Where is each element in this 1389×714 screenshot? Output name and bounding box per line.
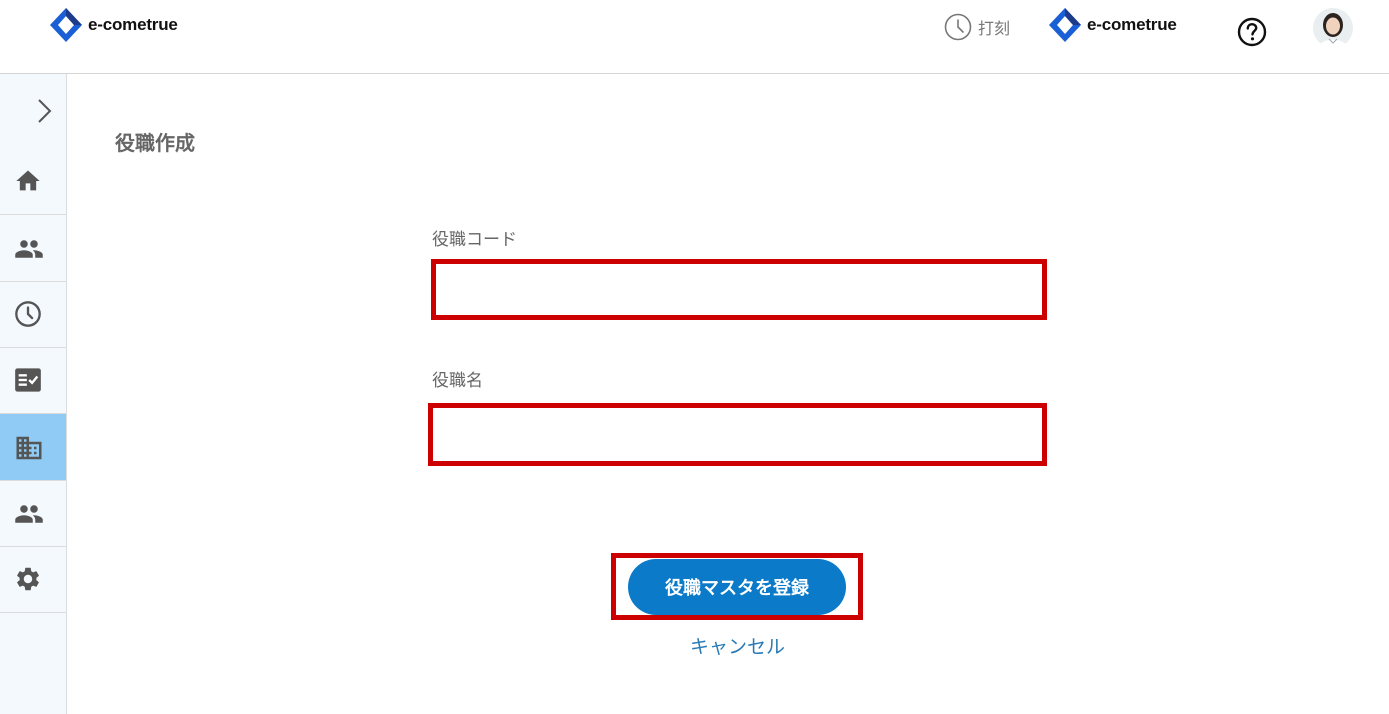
user-avatar[interactable] — [1313, 8, 1353, 48]
sidebar-item-settings[interactable] — [0, 546, 66, 613]
position-code-field[interactable] — [431, 259, 1047, 320]
app-header: e-cometrue 打刻 e-cometrue — [0, 0, 1389, 74]
clock-icon — [15, 301, 41, 327]
page-title: 役職作成 — [115, 131, 195, 155]
cancel-link[interactable]: キャンセル — [690, 632, 785, 659]
clock-icon — [944, 13, 972, 41]
group-icon — [15, 505, 43, 523]
position-code-input[interactable] — [436, 264, 1042, 315]
task-checklist-icon — [15, 368, 41, 392]
brand-name: e-cometrue — [88, 15, 178, 34]
brand-logo-right[interactable]: e-cometrue — [1049, 8, 1177, 42]
help-icon[interactable] — [1237, 17, 1267, 47]
sidebar-item-groups[interactable] — [0, 480, 66, 547]
clock-in-button[interactable]: 打刻 — [944, 13, 1010, 41]
home-icon — [16, 170, 40, 191]
sidebar-item-organization[interactable] — [0, 414, 66, 481]
settings-gear-icon — [17, 567, 39, 591]
position-name-input[interactable] — [433, 408, 1042, 461]
sidebar-item-home[interactable] — [0, 148, 66, 215]
brand-logo-left[interactable]: e-cometrue — [50, 8, 178, 42]
building-icon — [16, 436, 42, 460]
position-name-field[interactable] — [428, 403, 1047, 466]
sidebar-item-attendance[interactable] — [0, 281, 66, 348]
position-code-label: 役職コード — [432, 230, 517, 250]
people-icon — [15, 240, 43, 258]
brand-logo-icon — [1049, 8, 1081, 42]
sidebar-nav — [0, 74, 67, 714]
sidebar-item-employees[interactable] — [0, 215, 66, 282]
clock-in-label: 打刻 — [978, 19, 1011, 38]
brand-logo-icon — [50, 8, 82, 42]
register-position-button[interactable]: 役職マスタを登録 — [628, 559, 846, 615]
chevron-right-icon — [38, 99, 52, 123]
sidebar-expand-button[interactable] — [0, 74, 66, 148]
sidebar-item-tasks[interactable] — [0, 347, 66, 414]
brand-name: e-cometrue — [1087, 15, 1177, 34]
position-name-label: 役職名 — [432, 371, 483, 391]
